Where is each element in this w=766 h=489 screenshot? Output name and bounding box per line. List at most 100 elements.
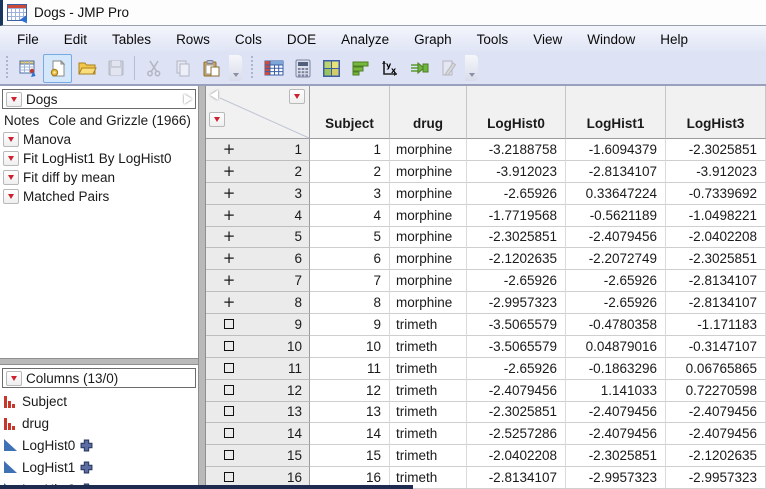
menu-cols[interactable]: Cols — [226, 29, 271, 50]
cell-loghist3[interactable]: -2.4079456 — [666, 423, 766, 445]
graph-builder-button[interactable] — [346, 54, 375, 83]
table-row[interactable]: 14 14 trimeth -2.5257286 -2.4079456 -2.4… — [206, 423, 766, 445]
row-number[interactable]: 14 — [252, 426, 309, 441]
menu-window[interactable]: Window — [578, 29, 644, 50]
copy-button[interactable] — [168, 54, 197, 83]
row-state-cell[interactable]: + 7 — [206, 270, 310, 292]
cell-loghist3[interactable]: -2.4079456 — [666, 402, 766, 424]
script-menu-button[interactable] — [3, 170, 19, 185]
cell-drug[interactable]: trimeth — [390, 445, 467, 467]
script-menu-button[interactable] — [3, 132, 19, 147]
table-row[interactable]: + 4 4 morphine -1.7719568 -0.5621189 -1.… — [206, 205, 766, 227]
row-state-cell[interactable]: 9 — [206, 314, 310, 336]
row-state-cell[interactable]: + 1 — [206, 139, 310, 161]
cell-loghist1[interactable]: -0.5621189 — [566, 205, 666, 227]
row-number[interactable]: 3 — [252, 186, 309, 201]
calculator-button[interactable] — [288, 54, 317, 83]
cell-loghist1[interactable]: 1.141033 — [566, 380, 666, 402]
cell-drug[interactable]: trimeth — [390, 423, 467, 445]
column-list-item[interactable]: drug — [0, 412, 198, 434]
save-button[interactable] — [101, 54, 130, 83]
cell-loghist3[interactable]: -1.0498221 — [666, 205, 766, 227]
column-header-loghist3[interactable]: LogHist3 — [666, 86, 766, 139]
cell-loghist0[interactable]: -2.3025851 — [467, 227, 566, 249]
new-data-table-button[interactable] — [14, 54, 43, 83]
row-state-cell[interactable]: + 5 — [206, 227, 310, 249]
sidebar-collapse-icon[interactable] — [210, 90, 218, 100]
cell-subject[interactable]: 1 — [310, 139, 390, 161]
row-number[interactable]: 6 — [252, 251, 309, 266]
table-row[interactable]: 9 9 trimeth -3.5065579 -0.4780358 -1.171… — [206, 314, 766, 336]
cell-loghist0[interactable]: -2.4079456 — [467, 380, 566, 402]
row-state-cell[interactable]: + 6 — [206, 248, 310, 270]
cell-subject[interactable]: 5 — [310, 227, 390, 249]
cell-drug[interactable]: morphine — [390, 248, 467, 270]
cell-loghist3[interactable]: -2.8134107 — [666, 292, 766, 314]
row-state-cell[interactable]: 14 — [206, 423, 310, 445]
cell-loghist0[interactable]: -2.0402208 — [467, 445, 566, 467]
cell-drug[interactable]: trimeth — [390, 380, 467, 402]
row-number[interactable]: 16 — [252, 470, 309, 485]
menu-edit[interactable]: Edit — [55, 29, 96, 50]
cell-loghist1[interactable]: 0.33647224 — [566, 183, 666, 205]
toolbar-overflow-button[interactable] — [465, 55, 478, 81]
table-script-item[interactable]: Matched Pairs — [0, 187, 198, 206]
row-number[interactable]: 4 — [252, 208, 309, 223]
fit-y-by-x-button[interactable]: y x — [375, 54, 404, 83]
row-state-cell[interactable]: + 2 — [206, 161, 310, 183]
cell-loghist1[interactable]: -2.4079456 — [566, 402, 666, 424]
cell-loghist3[interactable]: 0.06765865 — [666, 358, 766, 380]
script-menu-button[interactable] — [3, 189, 19, 204]
cell-loghist3[interactable]: -2.3025851 — [666, 248, 766, 270]
cell-loghist0[interactable]: -2.3025851 — [467, 402, 566, 424]
cell-loghist1[interactable]: -2.9957323 — [566, 467, 666, 489]
table-row[interactable]: 12 12 trimeth -2.4079456 1.141033 0.7227… — [206, 380, 766, 402]
table-script-item[interactable]: Fit LogHist1 By LogHist0 — [0, 149, 198, 168]
cell-subject[interactable]: 6 — [310, 248, 390, 270]
cell-subject[interactable]: 12 — [310, 380, 390, 402]
table-row[interactable]: + 8 8 morphine -2.9957323 -2.65926 -2.81… — [206, 292, 766, 314]
table-script-item[interactable]: Fit diff by mean — [0, 168, 198, 187]
row-number[interactable]: 10 — [252, 339, 309, 354]
cell-loghist3[interactable]: -2.8134107 — [666, 270, 766, 292]
cell-subject[interactable]: 7 — [310, 270, 390, 292]
table-row[interactable]: 10 10 trimeth -3.5065579 0.04879016 -0.3… — [206, 336, 766, 358]
cell-loghist1[interactable]: -2.3025851 — [566, 445, 666, 467]
table-row[interactable]: + 3 3 morphine -2.65926 0.33647224 -0.73… — [206, 183, 766, 205]
menu-graph[interactable]: Graph — [405, 29, 461, 50]
row-state-cell[interactable]: + 8 — [206, 292, 310, 314]
cell-drug[interactable]: morphine — [390, 183, 467, 205]
open-file-button[interactable] — [72, 54, 101, 83]
cell-loghist1[interactable]: -1.6094379 — [566, 139, 666, 161]
cell-subject[interactable]: 4 — [310, 205, 390, 227]
row-number[interactable]: 13 — [252, 404, 309, 419]
cell-subject[interactable]: 8 — [310, 292, 390, 314]
table-row[interactable]: + 6 6 morphine -2.1202635 -2.2072749 -2.… — [206, 248, 766, 270]
cell-subject[interactable]: 2 — [310, 161, 390, 183]
menu-help[interactable]: Help — [651, 29, 697, 50]
script-menu-button[interactable] — [3, 151, 19, 166]
paste-button[interactable] — [197, 54, 226, 83]
cell-drug[interactable]: trimeth — [390, 402, 467, 424]
table-row[interactable]: + 2 2 morphine -3.912023 -2.8134107 -3.9… — [206, 161, 766, 183]
cell-loghist3[interactable]: -3.912023 — [666, 161, 766, 183]
window-layout-button[interactable] — [317, 54, 346, 83]
row-state-cell[interactable]: 13 — [206, 402, 310, 424]
row-number[interactable]: 8 — [252, 295, 309, 310]
menu-tools[interactable]: Tools — [468, 29, 518, 50]
notes-property[interactable]: Notes Cole and Grizzle (1966) — [0, 111, 198, 130]
row-state-cell[interactable]: 12 — [206, 380, 310, 402]
cell-loghist3[interactable]: 0.72270598 — [666, 380, 766, 402]
cell-drug[interactable]: morphine — [390, 270, 467, 292]
row-number[interactable]: 11 — [252, 361, 309, 376]
vertical-splitter[interactable] — [198, 86, 206, 489]
title-bar[interactable]: Dogs - JMP Pro — [0, 0, 766, 26]
menu-analyze[interactable]: Analyze — [332, 29, 398, 50]
cell-loghist0[interactable]: -2.5257286 — [467, 423, 566, 445]
column-header-subject[interactable]: Subject — [310, 86, 390, 139]
column-header-drug[interactable]: drug — [390, 86, 467, 139]
cell-loghist0[interactable]: -3.5065579 — [467, 314, 566, 336]
toolbar-grip[interactable] — [250, 56, 255, 80]
column-list-item[interactable]: Subject — [0, 390, 198, 412]
column-list-item[interactable]: LogHist1 — [0, 456, 198, 478]
